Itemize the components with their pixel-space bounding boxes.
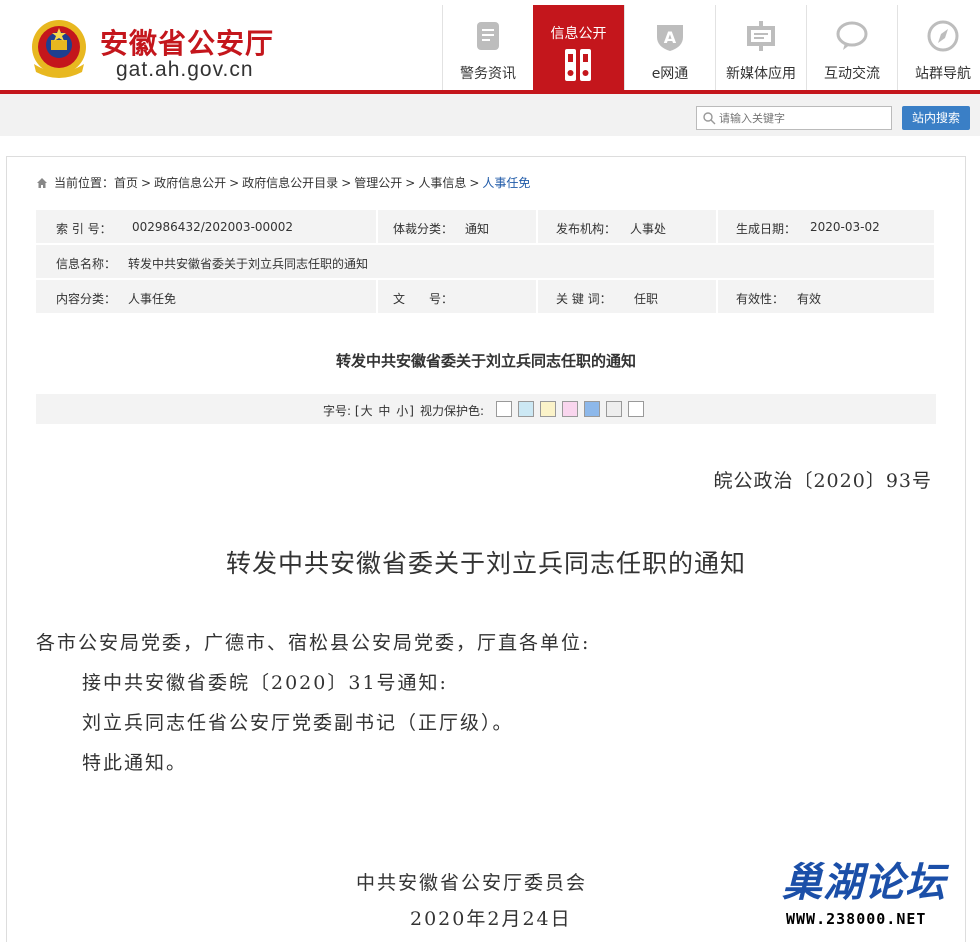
document-title: 转发中共安徽省委关于刘立兵同志任职的通知 [225,549,746,578]
meta-row: 信息名称： 转发中共安徽省委关于刘立兵同志任职的通知 [36,245,934,278]
color-swatch-default[interactable] [628,401,644,417]
genre-value: 通知 [465,222,490,236]
date-value: 2020-03-02 [810,220,880,234]
org-value: 人事处 [630,222,667,236]
font-bracket-open: [ [354,404,360,418]
cell-divider [716,210,718,243]
keyword-value: 任职 [634,292,659,306]
compass-icon [927,20,959,52]
breadcrumb-management[interactable]: 管理公开 [354,174,402,191]
nav-item-new-media[interactable]: 新媒体应用 [715,5,806,90]
breadcrumb-separator: > [141,175,152,190]
signature-date: 2020年2月24日 [410,908,572,930]
nav-item-e-network[interactable]: A e网通 [624,5,715,90]
index-value: 002986432/202003-00002 [132,220,294,234]
cell-divider [536,280,538,313]
nav-label: e网通 [651,66,689,82]
meta-row: 内容分类： 人事任免 文 号： 关 键 词： 任职 有效性： 有效 [36,280,934,313]
site-header: 安徽省公安厅 gat.ah.gov.cn 警务资讯 信息公开 A e网通 新媒体… [0,0,980,92]
cell-divider [716,280,718,313]
nav-item-interaction[interactable]: 互动交流 [806,5,897,90]
document-number: 皖公政治〔2020〕93号 [713,470,932,492]
name-label: 信息名称： [56,257,117,271]
eye-care-label: 视力保护色: [420,404,485,418]
category-label: 内容分类： [56,292,117,306]
reading-toolbar: 字号: [大 中 小] 视力保护色: [36,394,936,424]
e-network-icon: A [657,25,683,51]
font-size-label: 字号: [323,404,352,418]
article-title-header: 转发中共安徽省委关于刘立兵同志任职的通知 [335,352,636,370]
site-name: 安徽省公安厅 [100,27,275,60]
signature-org: 中共安徽省公安厅委员会 [356,872,588,894]
nav-label: 新媒体应用 [726,66,796,82]
breadcrumb-separator: > [229,175,240,190]
validity-label: 有效性： [736,292,785,306]
genre-label: 体裁分类： [393,222,454,236]
document-icon [477,22,499,50]
category-value: 人事任免 [128,292,177,306]
search-bar: 站内搜索 [0,94,980,136]
breadcrumb-gov-info[interactable]: 政府信息公开 [154,174,226,191]
cell-divider [376,210,378,243]
binder-icon [565,49,591,81]
forum-watermark: 巢湖论坛 WWW.238000.NET [782,850,972,930]
search-input[interactable] [719,109,887,127]
breadcrumb-gov-info-catalog[interactable]: 政府信息公开目录 [242,174,338,191]
police-emblem-logo[interactable] [24,14,94,84]
breadcrumb-separator: > [405,175,416,190]
body-paragraph: 特此通知。 [82,752,188,774]
color-swatch-light-blue[interactable] [518,401,534,417]
nav-label: 互动交流 [824,66,880,82]
nav-item-police-news[interactable]: 警务资讯 [442,5,533,90]
watermark-text: 巢湖论坛 [782,860,946,906]
breadcrumb-prefix: 当前位置： [54,176,115,190]
nav-item-site-navigation[interactable]: 站群导航 [897,5,980,90]
keyword-label: 关 键 词： [556,292,612,306]
breadcrumb-personnel-info[interactable]: 人事信息 [418,174,466,191]
font-size-control: 字号: [大 中 小] [323,402,414,419]
org-label: 发布机构： [556,222,617,236]
breadcrumb-separator: > [341,175,352,190]
eye-care-swatches [496,401,650,417]
cell-divider [376,280,378,313]
font-medium-button[interactable]: 中 [378,404,390,418]
color-swatch-light-gray[interactable] [606,401,622,417]
body-paragraph: 接中共安徽省委皖〔2020〕31号通知: [82,672,448,694]
validity-value: 有效 [797,292,822,306]
search-icon [703,112,716,125]
nav-item-info-disclosure[interactable]: 信息公开 [533,5,624,90]
info-meta-table: 索 引 号： 002986432/202003-00002 体裁分类： 通知 发… [36,210,934,315]
docno-label: 文 号： [393,292,454,306]
color-swatch-light-yellow[interactable] [540,401,556,417]
cell-divider [536,210,538,243]
search-box [696,106,892,130]
body-paragraph: 刘立兵同志任省公安厅党委副书记（正厅级）。 [82,712,514,734]
font-bracket-close: ] [409,404,414,418]
watermark-url: WWW.238000.NET [786,910,927,928]
name-value: 转发中共安徽省委关于刘立兵同志任职的通知 [128,257,369,271]
color-swatch-light-pink[interactable] [562,401,578,417]
index-label: 索 引 号： [56,222,112,236]
font-large-button[interactable]: 大 [361,404,373,418]
main-nav: 警务资讯 信息公开 A e网通 新媒体应用 互动交流 站群导航 [442,5,980,90]
meta-row: 索 引 号： 002986432/202003-00002 体裁分类： 通知 发… [36,210,934,243]
media-board-icon [747,21,775,51]
font-small-button[interactable]: 小 [396,404,408,418]
breadcrumb-separator: > [469,175,480,190]
nav-label: 信息公开 [550,26,607,42]
salutation: 各市公安局党委，广德市、宿松县公安局党委，厅直各单位: [36,632,591,654]
svg-text:A: A [664,28,677,47]
color-swatch-blue[interactable] [584,401,600,417]
nav-label: 站群导航 [915,66,971,82]
speech-bubble-icon [836,21,868,50]
nav-label: 警务资讯 [460,66,516,82]
home-icon [37,177,47,188]
site-search-button[interactable]: 站内搜索 [902,106,970,130]
breadcrumb: 当前位置： 首页 > 政府信息公开 > 政府信息公开目录 > 管理公开 > 人事… [36,174,530,191]
color-swatch-white[interactable] [496,401,512,417]
date-label: 生成日期： [736,222,797,236]
site-url: gat.ah.gov.cn [116,58,254,81]
breadcrumb-home[interactable]: 首页 [114,174,138,191]
breadcrumb-current[interactable]: 人事任免 [482,174,530,191]
